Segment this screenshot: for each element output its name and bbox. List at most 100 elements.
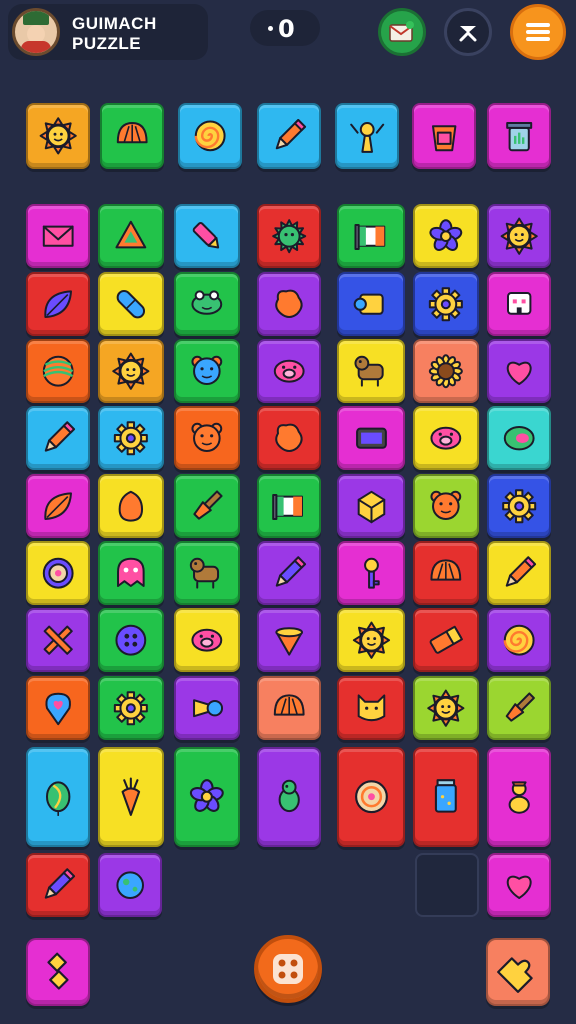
grid-tile[interactable] [26,608,90,672]
grid-tile[interactable] [98,272,164,336]
grid-tile[interactable] [487,676,551,740]
grid-tile[interactable] [413,608,479,672]
top-row-tile[interactable] [487,103,551,169]
mail-button[interactable] [378,8,426,56]
grid-tile[interactable] [257,608,321,672]
grid-tile[interactable] [98,406,164,470]
grid-tile[interactable] [257,474,321,538]
grid-tile[interactable] [26,676,90,740]
grid-tile[interactable] [257,747,321,847]
grid-tile[interactable] [337,747,405,847]
grid-tile[interactable] [174,747,240,847]
grid-tile[interactable] [257,204,321,268]
grid-tile[interactable] [487,272,551,336]
marker-icon [275,556,306,587]
title-line-1: GUIMACH [72,14,157,33]
grid-tile[interactable] [257,272,321,336]
grid-tile[interactable] [257,541,321,605]
pencil-icon [275,119,306,150]
grid-tile[interactable] [98,608,164,672]
cross-icon [43,625,73,655]
grid-tile[interactable] [337,541,405,605]
grid-tile[interactable] [26,406,90,470]
grid-tile[interactable] [98,474,164,538]
grid-tile[interactable] [26,747,90,847]
grid-tile[interactable] [98,676,164,740]
grid-tile[interactable] [487,541,551,605]
top-row-tile[interactable] [100,103,164,169]
grid-tile[interactable] [98,541,164,605]
doll-icon [508,781,530,814]
top-row-tile[interactable] [178,103,242,169]
flag-icon [271,493,303,520]
grid-tile[interactable] [413,747,479,847]
grid-tile[interactable] [26,474,90,538]
grid-tile[interactable] [413,272,479,336]
grid-tile[interactable] [257,406,321,470]
grid-tile[interactable] [413,339,479,403]
planet-icon [116,871,144,899]
diamonds-button[interactable] [26,938,90,1006]
grid-tile[interactable] [413,406,479,470]
grid-tile[interactable] [98,853,162,917]
top-row-tile[interactable] [26,103,90,169]
grid-tile[interactable] [174,474,240,538]
grid-tile[interactable] [26,541,90,605]
grid-tile[interactable] [487,474,551,538]
grid-tile[interactable] [26,204,90,268]
grid-tile[interactable] [413,676,479,740]
grid-tile[interactable] [337,204,405,268]
grid-tile[interactable] [98,747,164,847]
grid-tile[interactable] [174,608,240,672]
carrot-icon [121,777,141,817]
grid-tile[interactable] [487,204,551,268]
grid-tile[interactable] [487,339,551,403]
marker-icon [44,868,75,899]
grid-tile[interactable] [98,204,164,268]
menu-button[interactable] [510,4,566,60]
grid-tile[interactable] [174,406,240,470]
grid-tile[interactable] [174,204,240,268]
player-profile[interactable]: GUIMACH PUZZLE [8,4,208,60]
top-row-tile[interactable] [412,103,476,169]
puzzle-button[interactable] [486,938,550,1006]
grid-tile[interactable] [26,339,90,403]
score-display: 0 [250,10,320,46]
grid-tile[interactable] [257,339,321,403]
grid-tile[interactable] [26,272,90,336]
grid-tile[interactable] [337,406,405,470]
top-row-tile[interactable] [257,103,321,169]
grid-tile[interactable] [337,339,405,403]
grid-tile[interactable] [413,204,479,268]
top-row-tile[interactable] [335,103,399,169]
leaf-icon [44,492,72,520]
grid-tile[interactable] [337,474,405,538]
grid-tile[interactable] [487,747,551,847]
sun-icon [427,689,465,727]
grid-tile[interactable] [487,608,551,672]
grid-tile[interactable] [98,339,164,403]
grid-tile[interactable] [337,272,405,336]
grid-tile[interactable] [487,853,551,917]
game-title: GUIMACH PUZZLE [72,14,157,54]
pencil-icon [505,556,536,587]
grid-tile[interactable] [174,339,240,403]
grid-tile[interactable] [413,541,479,605]
grid-tile[interactable] [174,676,240,740]
shell-icon [430,559,462,581]
grid-tile[interactable] [174,541,240,605]
grid-tile[interactable] [174,272,240,336]
avatar[interactable] [12,8,60,56]
grid-tile[interactable] [487,406,551,470]
share-button[interactable] [444,8,492,56]
ball-icon [42,355,74,387]
shuffle-button[interactable] [254,935,322,1003]
grid-tile[interactable] [337,608,405,672]
grid-tile[interactable] [257,676,321,740]
grid-tile[interactable] [26,853,90,917]
mask-icon [354,780,388,814]
grid-tile[interactable] [337,676,405,740]
horn-icon [193,698,224,717]
grid-tile[interactable] [413,474,479,538]
virus-icon [271,218,306,253]
